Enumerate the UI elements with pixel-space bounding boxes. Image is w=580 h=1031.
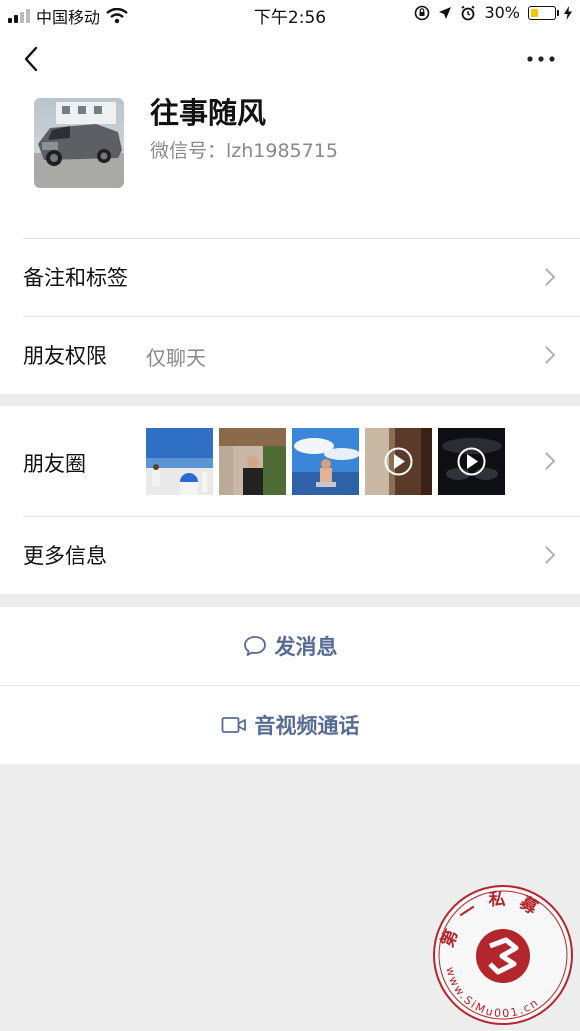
more-info-row[interactable]: 更多信息 [0, 516, 580, 594]
moments-thumbnail [146, 428, 213, 495]
friend-permission-value: 仅聊天 [146, 346, 206, 370]
alarm-icon [461, 5, 475, 20]
moments-thumbnails [146, 428, 505, 495]
action-section: 发消息 音视频通话 [0, 607, 580, 764]
chevron-right-icon [545, 346, 556, 364]
remark-label: 备注和标签 [23, 266, 128, 290]
battery-percent: 30% [484, 3, 520, 22]
moments-thumbnail [219, 428, 286, 495]
battery-icon [528, 5, 559, 20]
more-info-label: 更多信息 [23, 544, 107, 568]
settings-section: 备注和标签 朋友权限 仅聊天 [0, 238, 580, 394]
chevron-right-icon [545, 268, 556, 286]
status-right: 30% [414, 3, 572, 22]
chevron-right-icon [545, 452, 556, 470]
avatar[interactable] [34, 98, 124, 188]
remark-row[interactable]: 备注和标签 [0, 238, 580, 316]
video-call-label: 音视频通话 [254, 714, 360, 738]
more-options-icon[interactable] [526, 54, 556, 64]
location-icon [439, 6, 452, 19]
chat-bubble-icon [243, 636, 266, 656]
profile-name: 往事随风 [150, 96, 267, 130]
watermark-seal: 第一私募 www.SiMu001.cn [433, 885, 573, 1025]
moments-thumbnail [292, 428, 359, 495]
back-icon[interactable] [20, 44, 50, 74]
video-camera-icon [221, 717, 246, 733]
rotation-lock-icon [415, 5, 430, 20]
profile-header: 往事随风 微信号：lzh1985715 [0, 30, 580, 238]
friend-permission-label: 朋友权限 [23, 344, 107, 368]
charging-icon [564, 5, 572, 20]
moments-label: 朋友圈 [23, 452, 86, 476]
moments-row[interactable]: 朋友圈 [0, 406, 580, 516]
status-bar: 中国移动 下午2:56 30% [0, 0, 580, 30]
chevron-right-icon [545, 546, 556, 564]
video-call-button[interactable]: 音视频通话 [0, 686, 580, 764]
moments-thumbnail [365, 428, 432, 495]
send-message-button[interactable]: 发消息 [0, 607, 580, 685]
moments-thumbnail [438, 428, 505, 495]
moments-section: 朋友圈 更多信息 [0, 406, 580, 594]
wechat-id: 微信号：lzh1985715 [150, 140, 338, 162]
send-message-label: 发消息 [274, 635, 338, 659]
friend-permission-row[interactable]: 朋友权限 仅聊天 [0, 316, 580, 394]
